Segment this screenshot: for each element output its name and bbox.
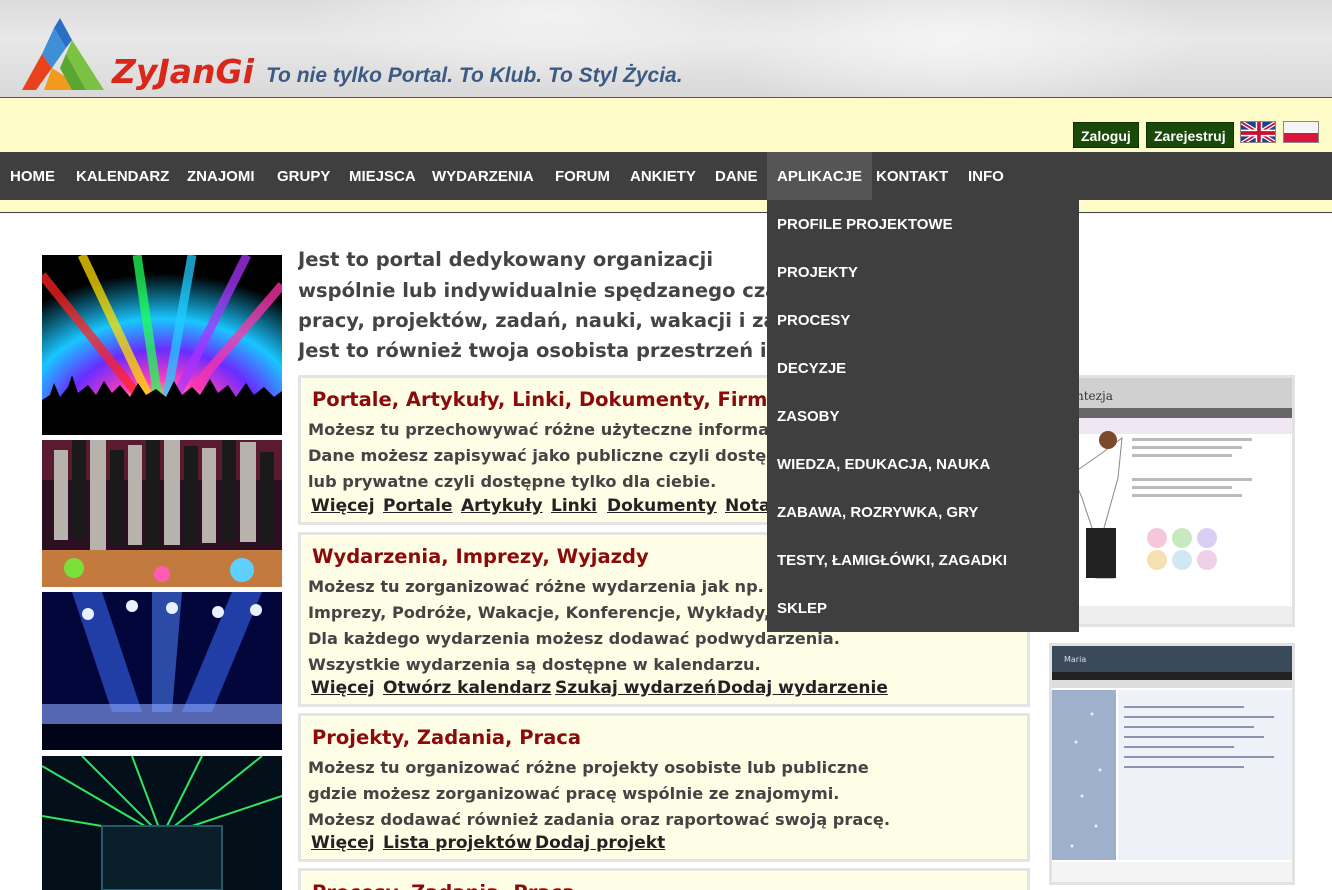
link-szukaj-wydarzen[interactable]: Szukaj wydarzeń — [555, 678, 716, 698]
english-flag-icon[interactable] — [1240, 121, 1276, 143]
intro-line: Jest to również twoja osobista przestrze… — [298, 339, 778, 362]
link-linki[interactable]: Linki — [551, 496, 597, 516]
preview-brand: ntezja — [1076, 389, 1113, 403]
intro-line: wspólnie lub indywidualnie spędzanego cz… — [298, 279, 778, 302]
link-wiecej[interactable]: Więcej — [311, 678, 375, 698]
site-header: ZyJanGi To nie tylko Portal. To Klub. To… — [0, 0, 1332, 97]
nav-item-home[interactable]: HOME — [0, 152, 65, 200]
section-text: Możesz tu przechowywać różne użyteczne i… — [308, 420, 779, 439]
nav-divider — [0, 212, 1332, 213]
section-title: Wydarzenia, Imprezy, Wyjazdy — [312, 545, 649, 568]
link-dokumenty[interactable]: Dokumenty — [607, 496, 717, 516]
link-dodaj-wydarzenie[interactable]: Dodaj wydarzenie — [717, 678, 888, 698]
section-title: Procesy, Zadania, Praca — [312, 881, 575, 890]
aplikacje-dropdown-menu: PROFILE PROJEKTOWE PROJEKTY PROCESY DECY… — [767, 200, 1079, 632]
nav-item-info[interactable]: INFO — [958, 152, 1014, 200]
section-text: Możesz dodawać również zadania oraz rapo… — [308, 810, 890, 829]
section-text: lub prywatne czyli dostępne tylko dla ci… — [308, 472, 717, 491]
section-text: Możesz tu organizować różne projekty oso… — [308, 758, 869, 777]
nav-item-aplikacje[interactable]: APLIKACJE — [767, 152, 873, 200]
laser-show-image — [42, 756, 282, 890]
section-text: Wszystkie wydarzenia są dostępne w kalen… — [308, 655, 761, 674]
preview-screenshot-ntezja[interactable]: ntezja — [1049, 375, 1295, 627]
section-title: Portale, Artykuły, Linki, Dokumenty, Fir… — [312, 388, 781, 411]
nav-item-miejsca[interactable]: MIEJSCA — [339, 152, 426, 200]
logo-triangle-icon[interactable] — [22, 18, 104, 90]
nav-item-ankiety[interactable]: ANKIETY — [620, 152, 706, 200]
preview-brand: Maria — [1064, 655, 1086, 664]
brand-name[interactable]: ZyJanGi — [112, 52, 254, 91]
section-box-projekty: Projekty, Zadania, Praca Możesz tu organ… — [298, 713, 1030, 862]
link-notatki[interactable]: Nota — [725, 496, 771, 516]
menu-item-zasoby[interactable]: ZASOBY — [777, 392, 840, 440]
preview-screenshot-maria[interactable]: Maria — [1049, 643, 1295, 885]
stage-show-image — [42, 592, 282, 750]
nav-item-wydarzenia[interactable]: WYDARZENIA — [422, 152, 544, 200]
section-text: Dane możesz zapisywać jako publiczne czy… — [308, 446, 778, 465]
login-button[interactable]: Zaloguj — [1073, 122, 1139, 148]
dancers-image — [42, 440, 282, 587]
section-text: gdzie możesz zorganizować pracę wspólnie… — [308, 784, 840, 803]
menu-item-sklep[interactable]: SKLEP — [777, 584, 827, 632]
nav-item-forum[interactable]: FORUM — [545, 152, 620, 200]
menu-item-testy[interactable]: TESTY, ŁAMIGŁÓWKI, ZAGADKI — [777, 536, 1007, 584]
intro-line: Jest to portal dedykowany organizacji — [298, 248, 714, 271]
nav-item-kalendarz[interactable]: KALENDARZ — [66, 152, 179, 200]
section-title: Projekty, Zadania, Praca — [312, 726, 582, 749]
concert-lights-image — [42, 255, 282, 435]
link-lista-projektow[interactable]: Lista projektów — [383, 833, 532, 853]
menu-item-procesy[interactable]: PROCESY — [777, 296, 850, 344]
menu-item-profile-projektowe[interactable]: PROFILE PROJEKTOWE — [777, 200, 953, 248]
menu-item-decyzje[interactable]: DECYZJE — [777, 344, 846, 392]
menu-item-zabawa[interactable]: ZABAWA, ROZRYWKA, GRY — [777, 488, 978, 536]
nav-item-kontakt[interactable]: KONTAKT — [866, 152, 958, 200]
link-dodaj-projekt[interactable]: Dodaj projekt — [535, 833, 665, 853]
link-portale[interactable]: Portale — [383, 496, 452, 516]
intro-line: pracy, projektów, zadań, nauki, wakacji … — [298, 309, 778, 332]
main-nav: HOME KALENDARZ ZNAJOMI GRUPY MIEJSCA WYD… — [0, 152, 1332, 200]
section-text: Imprezy, Podróże, Wakacje, Konferencje, … — [308, 603, 771, 622]
nav-item-dane[interactable]: DANE — [705, 152, 768, 200]
polish-flag-icon[interactable] — [1283, 121, 1319, 143]
section-box-procesy: Procesy, Zadania, Praca — [298, 868, 1030, 890]
link-otworz-kalendarz[interactable]: Otwórz kalendarz — [383, 678, 551, 698]
link-wiecej[interactable]: Więcej — [311, 833, 375, 853]
link-artykuly[interactable]: Artykuły — [461, 496, 543, 516]
section-text: Dla każdego wydarzenia możesz dodawać po… — [308, 629, 840, 648]
nav-item-grupy[interactable]: GRUPY — [267, 152, 340, 200]
brand-slogan: To nie tylko Portal. To Klub. To Styl Ży… — [266, 64, 683, 87]
menu-item-projekty[interactable]: PROJEKTY — [777, 248, 858, 296]
link-wiecej[interactable]: Więcej — [311, 496, 375, 516]
nav-item-znajomi[interactable]: ZNAJOMI — [177, 152, 265, 200]
register-button[interactable]: Zarejestruj — [1146, 122, 1234, 148]
section-text: Możesz tu zorganizować różne wydarzenia … — [308, 577, 764, 596]
menu-item-wiedza[interactable]: WIEDZA, EDUKACJA, NAUKA — [777, 440, 990, 488]
